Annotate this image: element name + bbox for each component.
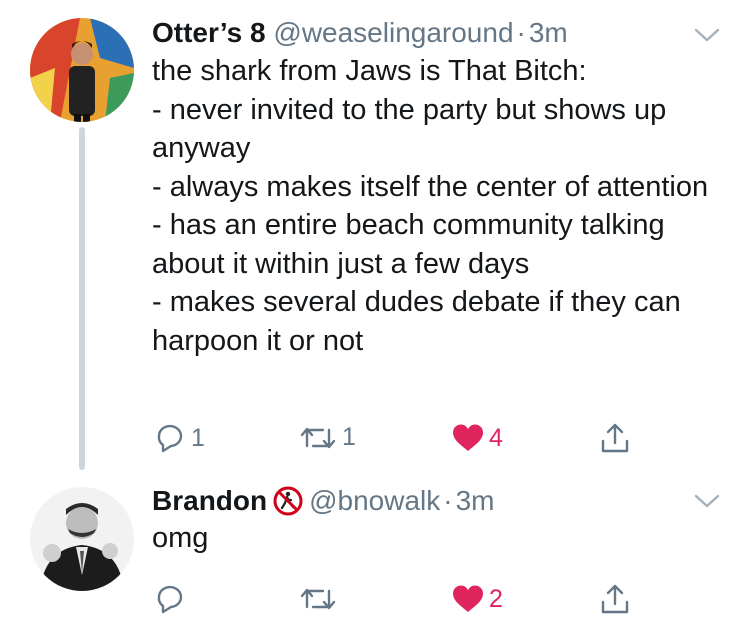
like-button[interactable]: 2 bbox=[451, 584, 503, 614]
heart-icon bbox=[453, 585, 483, 612]
reply-count: 1 bbox=[191, 423, 205, 452]
avatar[interactable] bbox=[30, 487, 134, 591]
share-button[interactable] bbox=[598, 582, 632, 616]
retweet-button[interactable] bbox=[298, 585, 342, 613]
heart-icon bbox=[453, 424, 483, 451]
avatar[interactable] bbox=[30, 18, 134, 122]
tweet-text: the shark from Jaws is That Bitch: - nev… bbox=[152, 55, 709, 357]
chevron-down-icon[interactable] bbox=[693, 26, 721, 44]
reply-icon bbox=[157, 585, 183, 614]
reply-button[interactable]: 1 bbox=[153, 423, 205, 453]
retweet-count: 1 bbox=[342, 423, 356, 451]
display-name[interactable]: Brandon bbox=[152, 485, 267, 516]
share-icon bbox=[601, 423, 629, 453]
like-count: 2 bbox=[489, 584, 503, 613]
like-button[interactable]: 4 bbox=[451, 423, 503, 453]
retweet-icon bbox=[300, 427, 336, 448]
user-handle[interactable]: @bnowalk bbox=[309, 485, 440, 516]
display-name[interactable]: Otter’s 8 bbox=[152, 17, 266, 48]
share-button[interactable] bbox=[598, 421, 632, 455]
reply-button[interactable] bbox=[153, 584, 191, 614]
tweet-header: Otter’s 8 @weaselingaround · 3m bbox=[152, 16, 568, 50]
timestamp[interactable]: 3m bbox=[529, 17, 568, 48]
retweet-button[interactable]: 1 bbox=[298, 423, 356, 452]
timestamp[interactable]: 3m bbox=[456, 485, 495, 516]
tweet[interactable]: Otter’s 8 @weaselingaround · 3m the shark … bbox=[0, 0, 749, 470]
share-icon bbox=[601, 584, 629, 614]
reply-icon bbox=[157, 424, 183, 453]
thread-connector bbox=[79, 127, 85, 470]
tweet-text: omg bbox=[152, 522, 209, 554]
chevron-down-icon[interactable] bbox=[693, 492, 721, 510]
like-count: 4 bbox=[489, 423, 503, 452]
separator-dot: · bbox=[516, 17, 526, 48]
tweet-header: Brandon @bnowalk · 3m bbox=[152, 484, 495, 524]
separator-dot: · bbox=[443, 485, 453, 516]
retweet-icon bbox=[300, 588, 336, 610]
user-handle[interactable]: @weaselingaround bbox=[273, 17, 513, 48]
